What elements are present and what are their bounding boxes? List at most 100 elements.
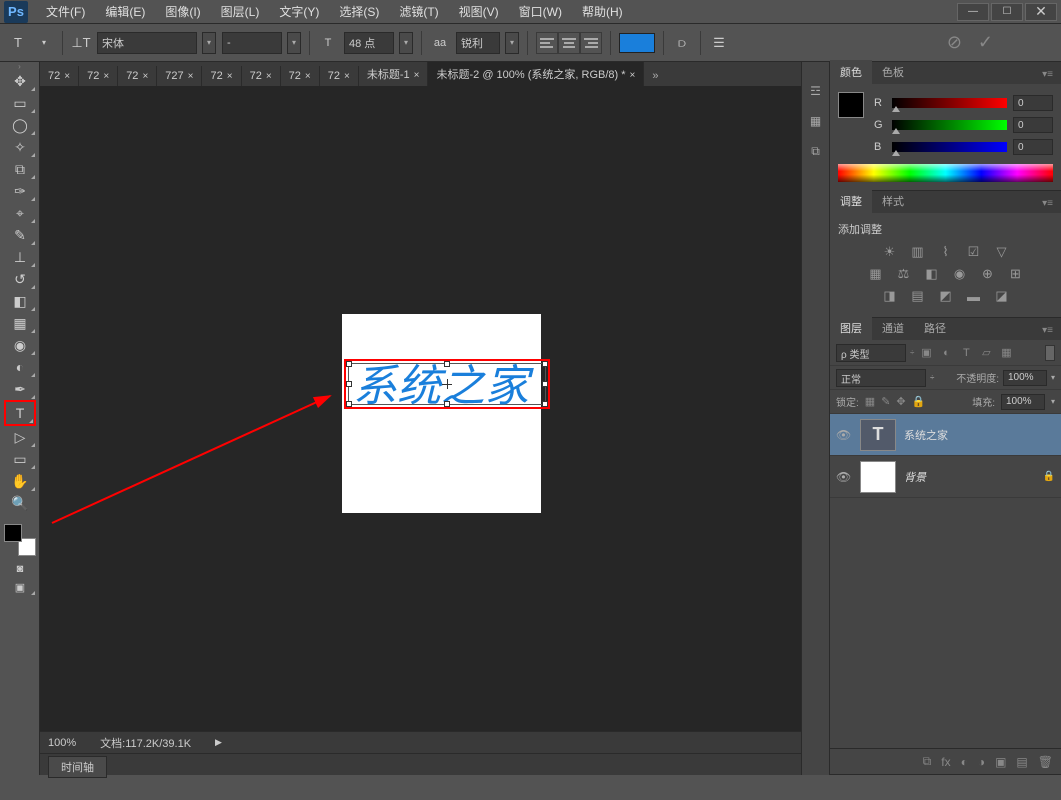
handle-bot-right[interactable] [542, 401, 548, 407]
menu-select[interactable]: 选择(S) [333, 1, 385, 22]
zoom-tool[interactable]: 🔍 [4, 492, 36, 514]
handle-top-right[interactable] [542, 361, 548, 367]
pen-tool[interactable]: ✒ [4, 378, 36, 400]
lock-transparent-icon[interactable]: ▦ [865, 395, 875, 408]
lasso-tool[interactable]: ◯ [4, 114, 36, 136]
layer-row-text[interactable]: 👁 T 系统之家 [830, 414, 1061, 456]
handle-bot-mid[interactable] [444, 401, 450, 407]
font-dd-arrow-icon[interactable]: ▾ [202, 32, 216, 54]
selective-icon[interactable]: ◪ [993, 287, 1011, 305]
filter-kind-dropdown[interactable]: ρ 类型 [836, 344, 906, 362]
text-color-swatch[interactable] [619, 33, 655, 53]
gradientmap-icon[interactable]: ▬ [965, 287, 983, 305]
layer-fx-icon[interactable]: fx [941, 755, 950, 769]
status-arrow-icon[interactable]: ▶ [215, 737, 222, 748]
r-slider[interactable] [892, 98, 1007, 108]
link-layers-icon[interactable]: ⧉ [923, 754, 932, 769]
lookup-icon[interactable]: ⊞ [1007, 265, 1025, 283]
healing-tool[interactable]: ⌖ [4, 202, 36, 224]
layers-tab[interactable]: 图层 [830, 316, 872, 340]
brushes-icon[interactable]: ⧉ [807, 142, 825, 160]
handle-top-left[interactable] [346, 361, 352, 367]
doc-tab[interactable]: 72× [320, 66, 359, 86]
dodge-tool[interactable]: ◐ [4, 356, 36, 378]
maximize-button[interactable]: ☐ [991, 3, 1023, 21]
style-dd-arrow-icon[interactable]: ▾ [287, 32, 301, 54]
menu-layer[interactable]: 图层(L) [215, 1, 266, 22]
filter-type-icon[interactable]: T [958, 345, 974, 361]
shape-tool[interactable]: ▭ [4, 448, 36, 470]
handle-bot-left[interactable] [346, 401, 352, 407]
doc-tab[interactable]: 72× [118, 66, 157, 86]
delete-layer-icon[interactable]: 🗑 [1038, 755, 1053, 769]
move-tool[interactable]: ✥ [4, 70, 36, 92]
panel-menu-icon[interactable]: ▾≡ [1034, 65, 1061, 84]
bw-icon[interactable]: ◧ [923, 265, 941, 283]
handle-mid-right[interactable] [542, 381, 548, 387]
menu-edit[interactable]: 编辑(E) [99, 1, 151, 22]
color-swatches[interactable] [4, 524, 36, 556]
layer-name[interactable]: 系统之家 [904, 427, 1055, 443]
channels-tab[interactable]: 通道 [872, 316, 914, 340]
color-spectrum[interactable] [838, 164, 1053, 182]
filter-adjust-icon[interactable]: ◐ [938, 345, 954, 361]
text-orientation-icon[interactable]: ⊥T [71, 33, 91, 53]
doc-tab-active[interactable]: 未标题-2 @ 100% (系统之家, RGB/8) *× [428, 62, 644, 86]
menu-help[interactable]: 帮助(H) [576, 1, 629, 22]
menu-type[interactable]: 文字(Y) [273, 1, 325, 22]
timeline-tab[interactable]: 时间轴 [48, 756, 107, 778]
doc-tab[interactable]: 未标题-1× [359, 62, 429, 86]
lock-all-icon[interactable]: 🔒 [912, 395, 926, 408]
marquee-tool[interactable]: ▭ [4, 92, 36, 114]
eyedropper-tool[interactable]: ✑ [4, 180, 36, 202]
swatches-tab[interactable]: 色板 [872, 60, 914, 84]
aa-dd-arrow-icon[interactable]: ▾ [505, 32, 519, 54]
b-value[interactable]: 0 [1013, 139, 1053, 155]
opacity-input[interactable]: 100% [1003, 370, 1047, 386]
adjustments-tab[interactable]: 调整 [830, 189, 872, 213]
invert-icon[interactable]: ◨ [881, 287, 899, 305]
history-icon[interactable]: ☲ [807, 82, 825, 100]
photofilter-icon[interactable]: ◉ [951, 265, 969, 283]
doc-tab[interactable]: 72× [202, 66, 241, 86]
canvas-viewport[interactable]: 系统之家 [40, 86, 801, 731]
character-panel-icon[interactable]: ☰ [709, 33, 729, 53]
layer-name[interactable]: 背景 [904, 469, 1035, 485]
handle-top-mid[interactable] [444, 361, 450, 367]
eraser-tool[interactable]: ◧ [4, 290, 36, 312]
doc-tab[interactable]: 727× [157, 66, 202, 86]
panel-menu-icon[interactable]: ▾≡ [1034, 194, 1061, 213]
menu-window[interactable]: 窗口(W) [513, 1, 568, 22]
visibility-icon[interactable]: 👁 [836, 470, 852, 484]
commit-icon[interactable]: ✓ [978, 32, 993, 53]
size-dd-arrow-icon[interactable]: ▾ [399, 32, 413, 54]
menu-view[interactable]: 视图(V) [453, 1, 505, 22]
lock-pixels-icon[interactable]: ✎ [881, 395, 890, 408]
levels-icon[interactable]: ▥ [909, 243, 927, 261]
threshold-icon[interactable]: ◩ [937, 287, 955, 305]
color-tab[interactable]: 颜色 [830, 60, 872, 84]
zoom-level[interactable]: 100% [48, 737, 76, 749]
layer-mask-icon[interactable]: ◐ [961, 755, 968, 769]
colorbalance-icon[interactable]: ⚖ [895, 265, 913, 283]
font-family-dropdown[interactable]: 宋体 [97, 32, 197, 54]
paths-tab[interactable]: 路径 [914, 316, 956, 340]
hue-icon[interactable]: ▦ [867, 265, 885, 283]
align-right-button[interactable] [580, 32, 602, 54]
filter-pixel-icon[interactable]: ▣ [918, 345, 934, 361]
g-slider[interactable] [892, 120, 1007, 130]
channelmixer-icon[interactable]: ⊕ [979, 265, 997, 283]
styles-tab[interactable]: 样式 [872, 189, 914, 213]
blend-mode-dropdown[interactable]: 正常 [836, 369, 926, 387]
blur-tool[interactable]: ◉ [4, 334, 36, 356]
grip-icon[interactable]: › [0, 62, 39, 70]
stamp-tool[interactable]: ⊥ [4, 246, 36, 268]
doc-tab[interactable]: 72× [281, 66, 320, 86]
exposure-icon[interactable]: ☑ [965, 243, 983, 261]
path-tool[interactable]: ▷ [4, 426, 36, 448]
handle-mid-left[interactable] [346, 381, 352, 387]
g-value[interactable]: 0 [1013, 117, 1053, 133]
menu-file[interactable]: 文件(F) [40, 1, 91, 22]
layer-row-background[interactable]: 👁 背景 🔒 [830, 456, 1061, 498]
align-left-button[interactable] [536, 32, 558, 54]
